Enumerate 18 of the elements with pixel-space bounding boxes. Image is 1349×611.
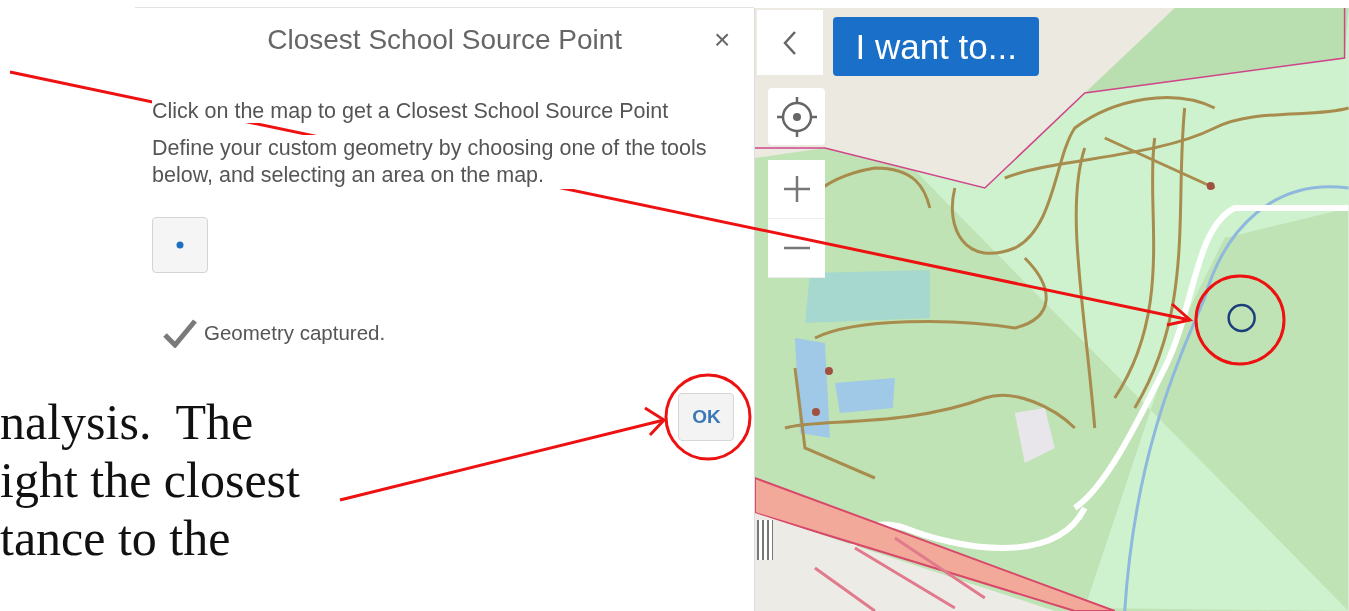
- chevron-left-icon: [782, 29, 799, 56]
- crosshair-icon: [774, 94, 819, 139]
- i-want-to-button[interactable]: I want to...: [833, 17, 1039, 76]
- close-button[interactable]: ×: [710, 24, 735, 56]
- zoom-in-button[interactable]: [768, 160, 826, 219]
- dialog-title: Closest School Source Point: [267, 24, 623, 56]
- locate-button[interactable]: [768, 88, 826, 145]
- ok-button[interactable]: OK: [678, 393, 735, 441]
- annotation-text-line: nalysis. The: [0, 393, 255, 451]
- drag-handle[interactable]: [757, 520, 774, 560]
- instruction-text: Click on the map to get a Closest School Source Point: [152, 99, 669, 123]
- plus-icon: [781, 174, 812, 204]
- annotation-text-line: tance to the: [0, 509, 232, 567]
- status-text: Geometry captured.: [204, 321, 386, 345]
- minus-icon: [781, 246, 812, 250]
- checkmark-icon: [162, 318, 198, 348]
- annotation-text-line: ight the closest: [0, 451, 300, 509]
- dot-icon: [176, 241, 184, 249]
